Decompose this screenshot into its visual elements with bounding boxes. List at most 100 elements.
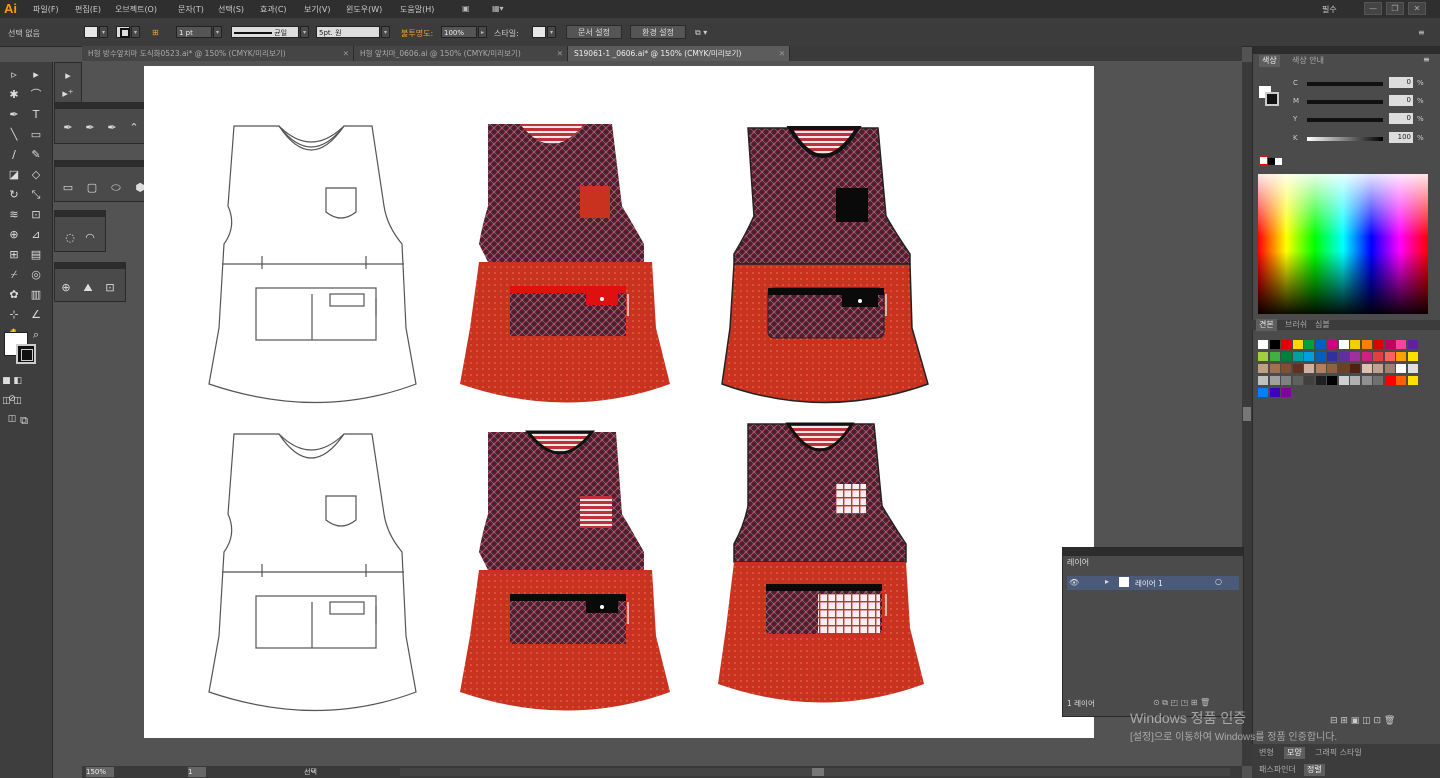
color-swatch[interactable] [1338, 364, 1349, 373]
target-icon[interactable]: ○ [1215, 577, 1222, 586]
maximize-button[interactable]: ❐ [1386, 2, 1404, 15]
symbol-sprayer-tool-icon[interactable]: ✿ [4, 286, 24, 304]
rect-shape-icon[interactable]: ▭ [59, 179, 77, 197]
warp-tool-icon[interactable]: ≋ [4, 206, 24, 224]
type-tool-icon[interactable]: T [26, 106, 46, 124]
color-swatch[interactable] [1384, 364, 1395, 373]
fill-dropdown[interactable]: ▾ [99, 26, 108, 38]
tab-pathfinder[interactable]: 패스파인더 [1256, 764, 1299, 776]
preferences-button[interactable]: 환경 설정 [630, 25, 686, 39]
stroke-style-field[interactable]: 균일 [231, 26, 299, 38]
color-swatch[interactable] [1350, 364, 1360, 373]
color-swatch[interactable] [1384, 352, 1395, 361]
color-swatch[interactable] [1361, 352, 1372, 361]
opacity-dropdown[interactable]: ▸ [478, 26, 487, 38]
color-swatch[interactable] [1373, 364, 1383, 373]
color-swatch[interactable] [1258, 340, 1268, 349]
color-swatch[interactable] [1292, 340, 1303, 349]
apron-red-2[interactable] [721, 126, 929, 404]
shape-builder-tool-icon[interactable]: ⊕ [4, 226, 24, 244]
channel-k-slider[interactable] [1307, 137, 1383, 141]
menu-window[interactable]: 윈도우(W) [346, 4, 382, 15]
stroke-style-dropdown[interactable]: ▾ [300, 26, 309, 38]
arrange-docs-icon[interactable]: ▦▾ [492, 4, 504, 13]
status-mode[interactable]: 선택 [304, 767, 317, 777]
color-swatch[interactable] [1304, 364, 1314, 373]
tab-brushes[interactable]: 브러쉬 [1282, 319, 1310, 331]
close-icon[interactable]: ✕ [343, 46, 349, 61]
stroke-weight-field[interactable]: 1 pt [176, 26, 212, 38]
swatch-grid[interactable] [1258, 340, 1428, 410]
color-swatch[interactable] [1373, 352, 1383, 361]
menu-select[interactable]: 선택(S) [218, 4, 244, 15]
control-menu-icon[interactable]: ≡ [1418, 28, 1425, 37]
channel-m-value[interactable]: 0 [1389, 95, 1413, 106]
color-swatch[interactable] [1327, 352, 1337, 361]
color-swatch[interactable] [1315, 352, 1326, 361]
color-swatch[interactable] [1361, 340, 1372, 349]
channel-y-slider[interactable] [1307, 118, 1383, 122]
color-swatch[interactable] [1315, 376, 1326, 385]
color-swatch[interactable] [1281, 352, 1291, 361]
stroke-dropdown[interactable]: ▾ [131, 26, 140, 38]
color-swatch[interactable] [1292, 352, 1303, 361]
tab-swatches[interactable]: 견본 [1256, 319, 1277, 331]
knife-icon[interactable]: ◠ [81, 229, 99, 247]
color-swatch[interactable] [1350, 376, 1360, 385]
color-swatch[interactable] [1396, 340, 1406, 349]
style-swatch[interactable] [532, 26, 546, 38]
color-swatch[interactable] [1315, 364, 1326, 373]
rounded-rect-icon[interactable]: ▢ [83, 179, 101, 197]
arrange-icon[interactable]: ⧉ ▾ [695, 28, 707, 38]
color-swatch[interactable] [1396, 352, 1406, 361]
color-swatch[interactable] [1327, 376, 1337, 385]
color-spectrum[interactable] [1258, 174, 1428, 314]
none-white-black-icons[interactable] [1259, 156, 1282, 167]
perspective-grid-tool-icon[interactable]: ⊿ [26, 226, 46, 244]
color-swatch[interactable] [1384, 340, 1395, 349]
color-swatch[interactable] [1269, 352, 1280, 361]
magic-wand-tool-icon[interactable]: ✱ [4, 86, 24, 104]
group-selection-icon[interactable]: ▸⁺ [59, 85, 77, 103]
color-swatch[interactable] [1258, 376, 1268, 385]
color-swatch[interactable] [1281, 376, 1291, 385]
color-swatch[interactable] [1304, 352, 1314, 361]
brush-field[interactable]: 5pt. 원 [316, 26, 380, 38]
pencil-tool-icon[interactable]: ✎ [26, 146, 46, 164]
rotate-tool-icon[interactable]: ↻ [4, 186, 24, 204]
color-swatch[interactable] [1258, 364, 1268, 373]
apron-red-1[interactable] [460, 124, 670, 403]
artboard-tool-icon[interactable]: ⊹ [4, 306, 24, 324]
color-swatch[interactable] [1269, 340, 1280, 349]
artboard[interactable] [144, 66, 1094, 738]
tab-document-2[interactable]: H형 앞치마_0606.ai @ 150% (CMYK/미리보기) ✕ [354, 46, 568, 61]
color-swatch[interactable] [1304, 340, 1314, 349]
channel-c-slider[interactable] [1307, 82, 1383, 86]
color-swatch[interactable] [1269, 376, 1280, 385]
color-swatch[interactable] [1350, 340, 1360, 349]
color-swatch[interactable] [1338, 352, 1349, 361]
opacity-field[interactable]: 100% [441, 26, 477, 38]
stroke-weight-dropdown[interactable]: ▾ [213, 26, 222, 38]
layer-row[interactable]: 👁 ▸ 레이어 1 ○ [1067, 576, 1239, 590]
expand-arrow-icon[interactable]: ▸ [1105, 577, 1109, 586]
direct-selection-tool-icon[interactable]: ▸ [26, 66, 46, 84]
menu-edit[interactable]: 편집(E) [75, 4, 101, 15]
stroke-swatch[interactable] [116, 26, 130, 38]
color-swatch[interactable] [1338, 340, 1349, 349]
opacity-label[interactable]: 불투명도: [401, 28, 433, 39]
eraser-tool-icon[interactable]: ◇ [26, 166, 46, 184]
color-swatch[interactable] [1315, 340, 1326, 349]
color-swatch[interactable] [1350, 352, 1360, 361]
color-swatch[interactable] [1407, 352, 1418, 361]
color-swatch[interactable] [1407, 376, 1418, 385]
ellipse-icon[interactable]: ⬭ [107, 179, 125, 197]
close-button[interactable]: ✕ [1408, 2, 1426, 15]
eye-icon[interactable]: 👁 [1069, 578, 1079, 587]
color-swatch[interactable] [1281, 388, 1291, 397]
color-swatch[interactable] [1407, 364, 1418, 373]
color-swatch[interactable] [1269, 388, 1280, 397]
menu-effect[interactable]: 효과(C) [260, 4, 287, 15]
selection-arrow-icon[interactable]: ▸ [59, 67, 77, 85]
color-swatch[interactable] [1327, 364, 1337, 373]
